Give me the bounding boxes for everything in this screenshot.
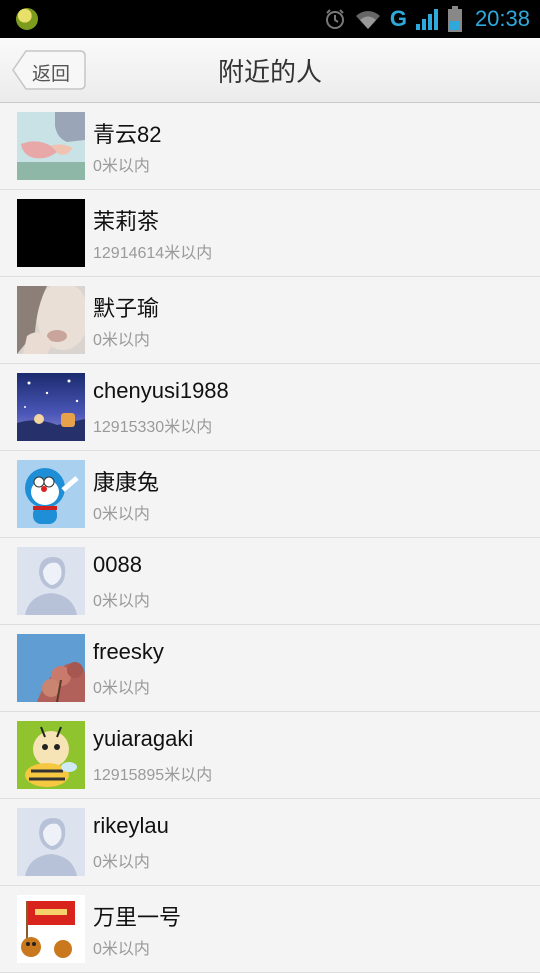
list-item[interactable]: 茉莉茶 12914614米以内 xyxy=(0,190,540,277)
alarm-icon xyxy=(325,9,344,29)
person-distance: 0米以内 xyxy=(93,506,150,523)
avatar xyxy=(17,286,85,354)
app-notification-icon xyxy=(16,8,38,30)
person-distance: 12915895米以内 xyxy=(93,767,213,784)
person-name: 康康兔 xyxy=(93,470,160,495)
status-bar: G 20:38 xyxy=(0,0,540,38)
avatar-default-person-icon xyxy=(17,808,85,876)
list-item[interactable]: yuiaragaki 12915895米以内 xyxy=(0,712,540,799)
avatar xyxy=(17,199,85,267)
person-name: freesky xyxy=(93,639,164,664)
person-name: 万里一号 xyxy=(93,905,182,930)
nearby-people-list: 青云82 0米以内 茉莉茶 12914614米以内 默子瑜 0米以内 cheny… xyxy=(0,103,540,973)
avatar xyxy=(17,721,85,789)
avatar xyxy=(17,634,85,702)
signal-icon xyxy=(415,9,438,30)
avatar xyxy=(17,895,85,963)
list-item[interactable]: 青云82 0米以内 xyxy=(0,103,540,190)
person-distance: 0米以内 xyxy=(93,941,150,958)
avatar xyxy=(17,373,85,441)
person-distance: 0米以内 xyxy=(93,680,150,697)
status-icons: G 20:38 xyxy=(324,0,530,38)
clock: 20:38 xyxy=(474,6,530,31)
list-item[interactable]: 康康兔 0米以内 xyxy=(0,451,540,538)
list-item[interactable]: freesky 0米以内 xyxy=(0,625,540,712)
person-name: rikeylau xyxy=(93,813,169,838)
person-name: 默子瑜 xyxy=(93,296,160,321)
list-item[interactable]: 默子瑜 0米以内 xyxy=(0,277,540,364)
person-name: 青云82 xyxy=(93,122,162,147)
avatar-default-person-icon xyxy=(17,547,85,615)
person-distance: 0米以内 xyxy=(93,854,150,871)
list-item[interactable]: chenyusi1988 12915330米以内 xyxy=(0,364,540,451)
person-distance: 12914614米以内 xyxy=(93,245,213,262)
person-name: 0088 xyxy=(93,552,142,577)
person-name: 茉莉茶 xyxy=(93,209,160,234)
page-title: 附近的人 xyxy=(217,57,322,87)
person-distance: 12915330米以内 xyxy=(93,419,213,436)
avatar xyxy=(17,112,85,180)
title-bar: 返回 附近的人 xyxy=(0,38,540,103)
avatar xyxy=(17,460,85,528)
network-type-label: G xyxy=(389,6,407,31)
list-item[interactable]: 0088 0米以内 xyxy=(0,538,540,625)
wifi-icon xyxy=(355,11,380,29)
list-item[interactable]: rikeylau 0米以内 xyxy=(0,799,540,886)
battery-icon xyxy=(447,6,462,32)
person-name: yuiaragaki xyxy=(93,726,194,751)
person-distance: 0米以内 xyxy=(93,158,150,175)
person-name: chenyusi1988 xyxy=(93,378,229,403)
person-distance: 0米以内 xyxy=(93,593,150,610)
person-distance: 0米以内 xyxy=(93,332,150,349)
